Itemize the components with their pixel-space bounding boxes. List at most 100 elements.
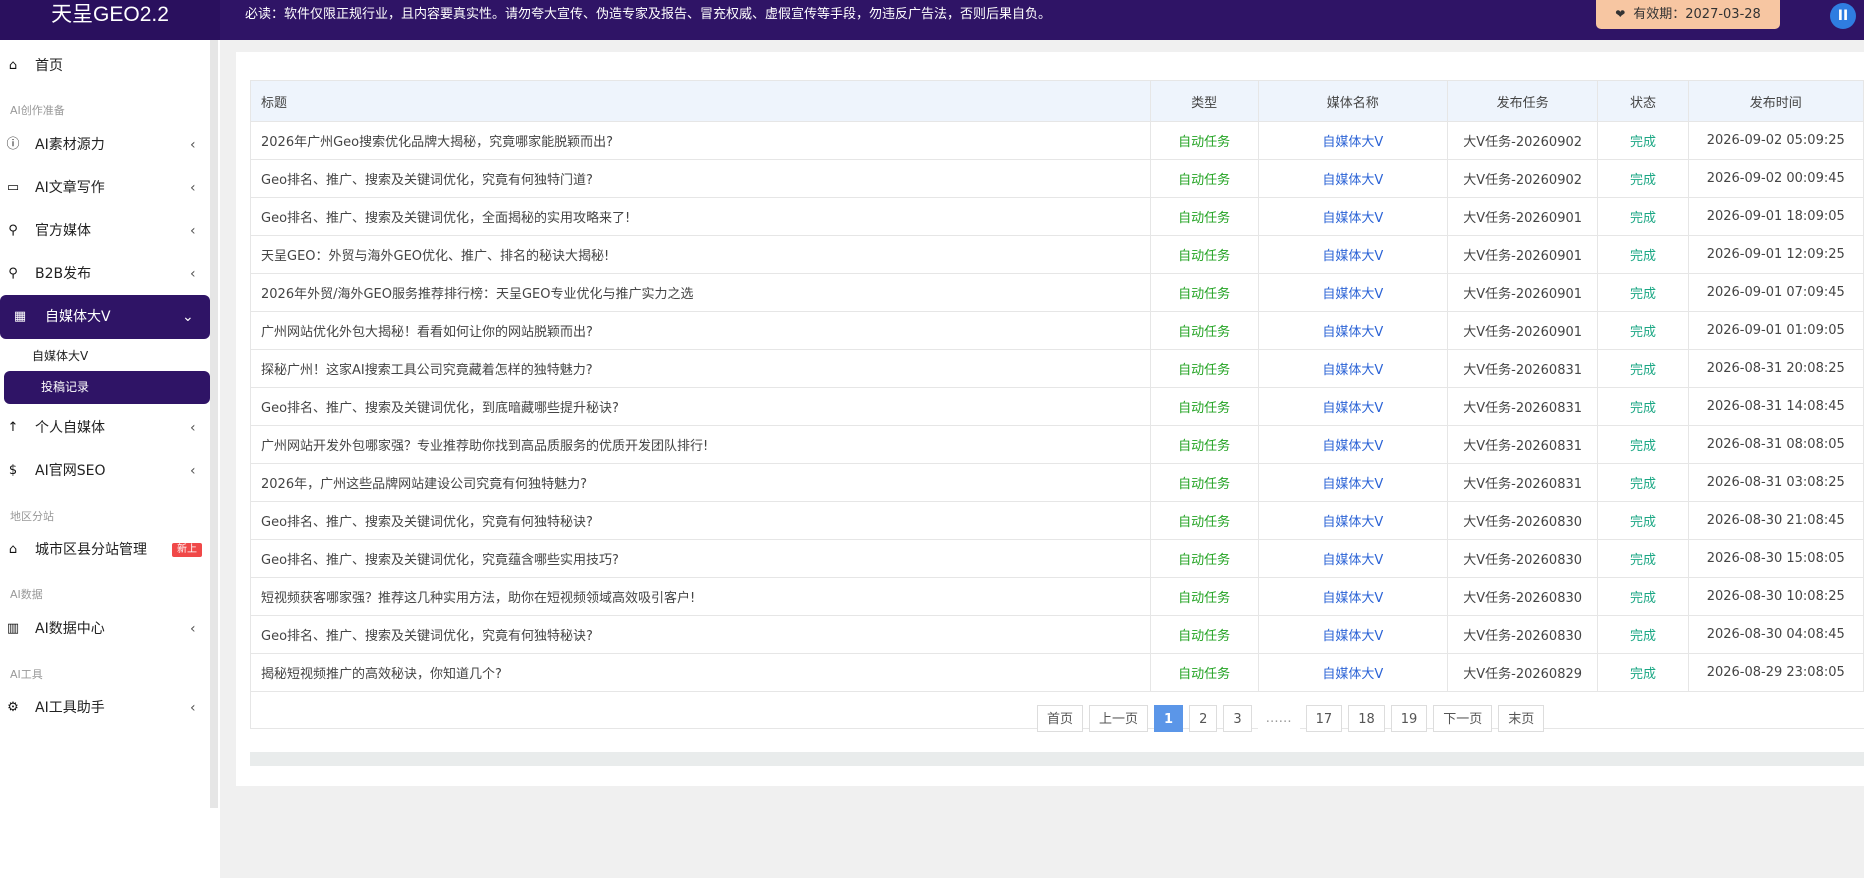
chevron-left-icon: ‹ — [190, 420, 196, 436]
user-avatar[interactable]: II — [1830, 3, 1856, 29]
cell-title[interactable]: 短视频获客哪家强？推荐这几种实用方法，助你在短视频领域高效吸引客户! — [250, 577, 1151, 616]
cell-title[interactable]: 探秘广州！这家AI搜索工具公司究竟藏着怎样的独特魅力? — [250, 349, 1151, 388]
cell-time: 2026-08-31 20:08:25 — [1687, 349, 1864, 388]
sidebar-item-city-branch[interactable]: ⌂ 城市区县分站管理 新上 — [0, 528, 210, 572]
cell-media[interactable]: 自媒体大V — [1257, 463, 1448, 502]
sidebar-item-bigv[interactable]: ▦ 自媒体大V ⌄ — [0, 295, 210, 339]
bar-chart-icon: ▥ — [6, 621, 20, 636]
cell-task: 大V任务-20260901 — [1446, 235, 1599, 274]
search-icon: ⚲ — [8, 223, 18, 238]
page-button[interactable]: 3 — [1223, 705, 1252, 732]
sidebar-item-article[interactable]: ▭ AI文章写作 ‹ — [0, 166, 210, 210]
cell-title[interactable]: 揭秘短视频推广的高效秘诀，你知道几个? — [250, 653, 1151, 692]
cell-status: 完成 — [1597, 539, 1689, 578]
page-first-button[interactable]: 首页 — [1037, 705, 1084, 732]
chevron-left-icon: ‹ — [190, 180, 196, 196]
page-button[interactable]: 17 — [1305, 705, 1343, 732]
cell-media[interactable]: 自媒体大V — [1257, 273, 1448, 312]
cell-title[interactable]: Geo排名、推广、搜索及关键词优化，究竟有何独特秘诀? — [250, 501, 1151, 540]
bank-icon: ⌂ — [8, 542, 18, 557]
cell-time: 2026-08-31 14:08:45 — [1687, 387, 1864, 426]
sidebar-item-seo[interactable]: $ AI官网SEO ‹ — [0, 449, 210, 493]
sidebar-item-data-center[interactable]: ▥ AI数据中心 ‹ — [0, 607, 210, 651]
cell-title[interactable]: 2026年，广州这些品牌网站建设公司究竟有何独特魅力? — [250, 463, 1151, 502]
cell-task: 大V任务-20260902 — [1446, 159, 1599, 198]
cell-task: 大V任务-20260830 — [1446, 615, 1599, 654]
cell-media[interactable]: 自媒体大V — [1257, 539, 1448, 578]
cell-title[interactable]: Geo排名、推广、搜索及关键词优化，到底暗藏哪些提升秘诀? — [250, 387, 1151, 426]
table-row: 广州网站优化外包大揭秘！看看如何让你的网站脱颖而出? 自动任务 自媒体大V 大V任务-… — [250, 311, 1864, 350]
sidebar-item-home[interactable]: ⌂ 首页 — [0, 44, 210, 88]
brand-logo[interactable]: 天呈GEO2.2 — [0, 0, 220, 40]
sidebar-item-official-media[interactable]: ⚲ 官方媒体 ‹ — [0, 209, 210, 253]
cell-time: 2026-08-31 08:08:05 — [1687, 425, 1864, 464]
cell-title[interactable]: 广州网站优化外包大揭秘！看看如何让你的网站脱颖而出? — [250, 311, 1151, 350]
grid-icon: ▦ — [13, 309, 27, 324]
sidebar-subitem-submissions[interactable]: 投稿记录 — [4, 371, 210, 404]
cell-media[interactable]: 自媒体大V — [1257, 653, 1448, 692]
cell-media[interactable]: 自媒体大V — [1257, 387, 1448, 426]
cell-media[interactable]: 自媒体大V — [1257, 425, 1448, 464]
cell-title[interactable]: 2026年广州Geo搜索优化品牌大揭秘，究竟哪家能脱颖而出? — [250, 121, 1151, 160]
expiry-badge: ❤ 有效期：2027-03-28 — [1596, 0, 1780, 29]
sidebar-item-label: 城市区县分站管理 — [35, 542, 147, 558]
table-row: 2026年广州Geo搜索优化品牌大揭秘，究竟哪家能脱颖而出? 自动任务 自媒体大V 大… — [250, 121, 1864, 160]
cell-media[interactable]: 自媒体大V — [1257, 349, 1448, 388]
cell-time: 2026-09-01 18:09:05 — [1687, 197, 1864, 236]
cell-title[interactable]: 2026年外贸/海外GEO服务推荐排行榜：天呈GEO专业优化与推广实力之选 — [250, 273, 1151, 312]
page-button[interactable]: 2 — [1189, 705, 1218, 732]
expiry-text: 有效期：2027-03-28 — [1633, 7, 1761, 22]
sidebar-item-tools[interactable]: ⚙ AI工具助手 ‹ — [0, 686, 210, 730]
page-next-button[interactable]: 下一页 — [1433, 705, 1493, 732]
cell-media[interactable]: 自媒体大V — [1257, 159, 1448, 198]
page-button-current[interactable]: 1 — [1154, 705, 1184, 732]
cell-title[interactable]: Geo排名、推广、搜索及关键词优化，究竟蕴含哪些实用技巧? — [250, 539, 1151, 578]
pagination: 首页 上一页 1 2 3 …… 17 18 19 下一页 末页 — [1037, 705, 1550, 733]
table-row: Geo排名、推广、搜索及关键词优化，究竟有何独特秘诀? 自动任务 自媒体大V 大V任务… — [250, 501, 1864, 540]
cell-time: 2026-08-30 21:08:45 — [1687, 501, 1864, 540]
cell-time: 2026-08-30 04:08:45 — [1687, 615, 1864, 654]
page-prev-button[interactable]: 上一页 — [1089, 705, 1149, 732]
arrow-up-icon: ↑ — [7, 420, 19, 435]
page-last-button[interactable]: 末页 — [1498, 705, 1545, 732]
dollar-icon: $ — [8, 463, 18, 478]
table-row: 广州网站开发外包哪家强？专业推荐助你找到高品质服务的优质开发团队排行! 自动任务自… — [250, 425, 1864, 464]
cell-status: 完成 — [1597, 387, 1689, 426]
cell-status: 完成 — [1597, 425, 1689, 464]
cell-title[interactable]: Geo排名、推广、搜索及关键词优化，全面揭秘的实用攻略来了! — [250, 197, 1151, 236]
table-header-row: 标题 类型 媒体名称 发布任务 状态 发布时间 — [250, 80, 1864, 122]
cell-type: 自动任务 — [1149, 387, 1259, 426]
page-button[interactable]: 18 — [1348, 705, 1385, 732]
sidebar-item-b2b[interactable]: ⚲ B2B发布 ‹ — [0, 252, 210, 296]
sidebar-scrollbar[interactable] — [210, 40, 218, 808]
cell-media[interactable]: 自媒体大V — [1257, 615, 1448, 654]
content-card: 标题 类型 媒体名称 发布任务 状态 发布时间 2026年广州Geo搜索优化品牌… — [236, 52, 1864, 786]
cell-task: 大V任务-20260829 — [1446, 653, 1599, 692]
cell-media[interactable]: 自媒体大V — [1257, 501, 1448, 540]
sidebar-item-personal-media[interactable]: ↑ 个人自媒体 ‹ — [0, 406, 210, 450]
cell-type: 自动任务 — [1149, 349, 1259, 388]
cell-media[interactable]: 自媒体大V — [1257, 235, 1448, 274]
gear-icon: ⚙ — [7, 700, 19, 715]
sidebar-item-material[interactable]: ⓘ AI素材源力 ‹ — [0, 123, 210, 167]
cell-title[interactable]: Geo排名、推广、搜索及关键词优化，究竟有何独特秘诀? — [250, 615, 1151, 654]
cell-status: 完成 — [1597, 653, 1689, 692]
cell-media[interactable]: 自媒体大V — [1257, 577, 1448, 616]
table-row: 天呈GEO：外贸与海外GEO优化、推广、排名的秘诀大揭秘! 自动任务 自媒体大V 大V… — [250, 235, 1864, 274]
cell-media[interactable]: 自媒体大V — [1257, 121, 1448, 160]
cell-title[interactable]: Geo排名、推广、搜索及关键词优化，究竟有何独特门道? — [250, 159, 1151, 198]
table-row: 探秘广州！这家AI搜索工具公司究竟藏着怎样的独特魅力? 自动任务 自媒体大V 大V任务… — [250, 349, 1864, 388]
cell-title[interactable]: 广州网站开发外包哪家强？专业推荐助你找到高品质服务的优质开发团队排行! — [250, 425, 1151, 464]
cell-status: 完成 — [1597, 615, 1689, 654]
table-row: Geo排名、推广、搜索及关键词优化，到底暗藏哪些提升秘诀? 自动任务 自媒体大V 大V… — [250, 387, 1864, 426]
chevron-left-icon: ‹ — [190, 621, 196, 637]
page-button[interactable]: 19 — [1390, 705, 1428, 732]
cell-type: 自动任务 — [1149, 273, 1259, 312]
sidebar-subitem-bigv[interactable]: 自媒体大V — [32, 347, 88, 364]
cell-media[interactable]: 自媒体大V — [1257, 311, 1448, 350]
cell-media[interactable]: 自媒体大V — [1257, 197, 1448, 236]
cell-type: 自动任务 — [1149, 501, 1259, 540]
cell-title[interactable]: 天呈GEO：外贸与海外GEO优化、推广、排名的秘诀大揭秘! — [250, 235, 1151, 274]
sidebar-item-label: 官方媒体 — [35, 223, 91, 239]
horizontal-scrollbar[interactable] — [250, 752, 1864, 766]
